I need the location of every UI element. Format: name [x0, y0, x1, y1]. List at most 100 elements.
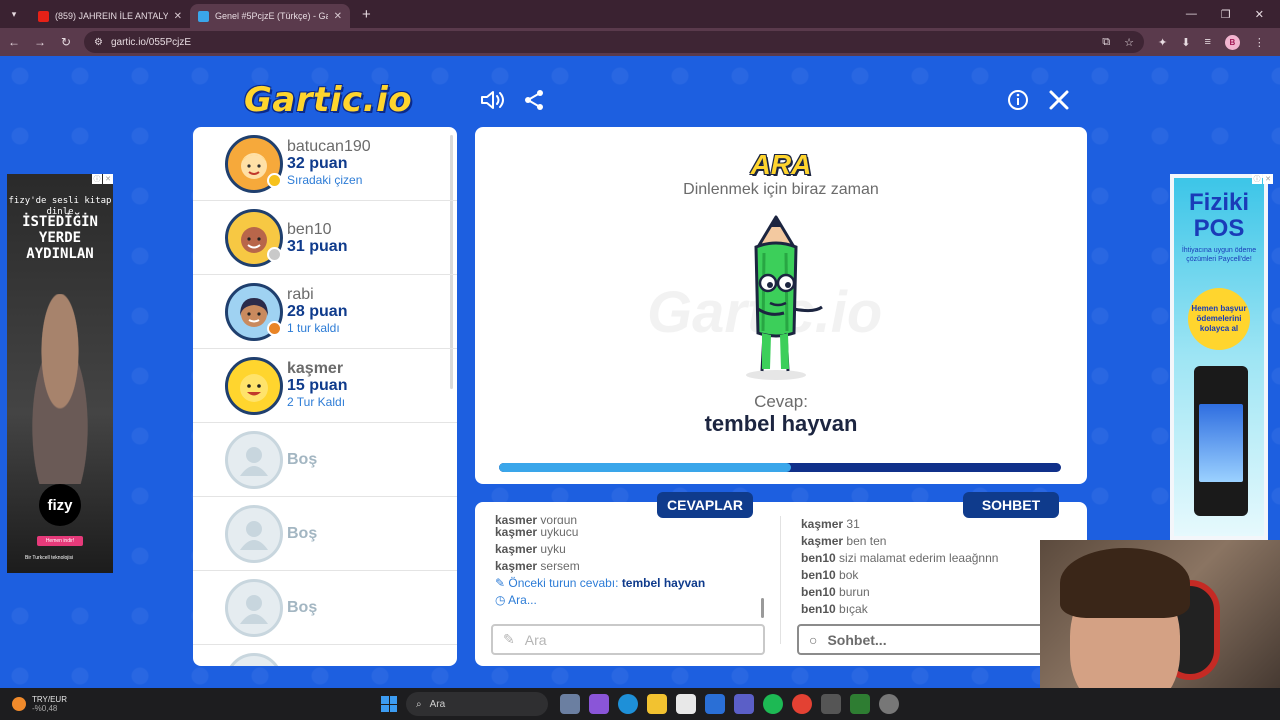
ticker-title: TRY/EUR: [32, 695, 67, 704]
ad-close-icon[interactable]: ✕: [1263, 174, 1273, 184]
tab-list-icon[interactable]: ▾: [4, 4, 24, 24]
forward-icon[interactable]: →: [28, 35, 52, 49]
ad-info-icon[interactable]: ⓘ: [92, 174, 102, 184]
hair-shape: [1060, 548, 1190, 618]
menu-icon[interactable]: ⋮: [1254, 36, 1265, 49]
list-item: kaşmer uyku: [495, 541, 765, 558]
chrome-icon[interactable]: [792, 694, 812, 714]
player-score: 28 puan: [287, 303, 348, 320]
gartic-icon: [198, 10, 209, 22]
list-item: kaşmer yorgun: [495, 512, 765, 524]
list-item: ben10 bıçak: [801, 601, 1077, 618]
chat-tab[interactable]: SOHBET: [963, 492, 1059, 518]
message-user: kaşmer: [495, 525, 538, 539]
answers-scrollbar[interactable]: [761, 598, 764, 618]
message-user: kaşmer: [801, 534, 844, 548]
close-window-icon[interactable]: ✕: [1255, 8, 1264, 21]
tab-title: (859) JAHREIN İLE ANTALYA YE: [55, 11, 168, 21]
close-icon[interactable]: ✕: [174, 11, 182, 22]
message-user: ben10: [801, 602, 836, 616]
pencil-icon: ✎: [503, 631, 515, 647]
new-tab-button[interactable]: +: [362, 6, 371, 23]
player-name: rabi: [287, 286, 314, 303]
search-icon: ⌕: [416, 698, 422, 710]
list-item: kaşmer uykucu: [495, 524, 765, 541]
taskbar-search[interactable]: ⌕ Ara: [406, 692, 548, 716]
reload-icon[interactable]: ↻: [54, 35, 78, 49]
player-note: 1 tur kaldı: [287, 321, 340, 335]
player-row: rabi 28 puan 1 tur kaldı: [193, 275, 457, 349]
chat-input[interactable]: ○ Sohbet...: [797, 624, 1077, 655]
ad-cta-button[interactable]: Hemen indir!: [37, 536, 83, 546]
status-dot: [267, 172, 282, 188]
bookmark-star-icon[interactable]: ☆: [1124, 36, 1134, 49]
player-avatar: [225, 208, 283, 267]
message-text: ben ten: [846, 534, 887, 548]
mail-icon[interactable]: [705, 694, 725, 714]
browser-tab-1[interactable]: Genel #5PcjzE (Türkçe) - Ga ✕: [190, 4, 350, 28]
download-icon[interactable]: ⬇: [1181, 36, 1190, 49]
message-text: yorgun: [540, 513, 578, 524]
chat-panel: CEVAPLAR SOHBET kaşmer yorgun kaşmer uyk…: [475, 492, 1087, 666]
youtube-icon: [38, 10, 49, 22]
install-app-icon[interactable]: ⧉: [1102, 36, 1110, 49]
answer-input[interactable]: ✎ Ara: [491, 624, 765, 655]
back-icon[interactable]: ←: [2, 35, 26, 49]
chat-list: kaşmer 31 kaşmer ben ten ben10 sizi mala…: [801, 516, 1077, 618]
pos-screen-image: [1199, 404, 1243, 482]
close-icon[interactable]: [1045, 86, 1073, 114]
ad-banner-right[interactable]: Fiziki POS İhtiyacına uygun ödeme çözüml…: [1170, 174, 1268, 540]
site-info-icon[interactable]: ⚙: [94, 37, 103, 48]
market-icon: [12, 697, 26, 711]
clock-icon: ◷: [495, 593, 506, 607]
extensions-icon[interactable]: ✦: [1158, 36, 1167, 49]
windows-start-icon[interactable]: [381, 696, 397, 712]
copilot-icon[interactable]: [589, 694, 609, 714]
steam-icon[interactable]: [821, 694, 841, 714]
message-user: kaşmer: [801, 517, 844, 531]
store-icon[interactable]: [676, 694, 696, 714]
browser-tab-0[interactable]: (859) JAHREIN İLE ANTALYA YE ✕: [30, 4, 190, 28]
player-row: ben10 31 puan: [193, 201, 457, 275]
empty-avatar-icon: [225, 652, 283, 666]
empty-slot-label: Boş: [287, 525, 318, 542]
spotify-icon[interactable]: [763, 694, 783, 714]
ad-info-icon[interactable]: ⓘ: [1252, 174, 1262, 184]
status-dot: [267, 320, 282, 336]
minimize-icon[interactable]: —: [1186, 8, 1197, 21]
player-note: Sıradaki çizen: [287, 173, 363, 187]
media-icon[interactable]: ≡: [1204, 36, 1210, 48]
file-explorer-icon[interactable]: [647, 694, 667, 714]
restore-icon[interactable]: ❐: [1221, 8, 1231, 21]
timer-progress-bar: [499, 463, 1061, 472]
share-icon[interactable]: [520, 86, 548, 114]
message-user: kaşmer: [495, 513, 538, 524]
list-item: kaşmer 31: [801, 516, 1077, 533]
edge-icon[interactable]: [618, 694, 638, 714]
list-item: ben10 burun: [801, 584, 1077, 601]
obs-icon[interactable]: [879, 694, 899, 714]
browser-toolbar: ← → ↻ ⚙ gartic.io/055PcjzE ⧉ ☆ ✦ ⬇ ≡ B ⋮: [0, 28, 1280, 56]
player-avatar: [225, 282, 283, 341]
address-bar[interactable]: ⚙ gartic.io/055PcjzE ⧉ ☆: [84, 31, 1144, 53]
info-icon[interactable]: [1004, 86, 1032, 114]
teams-icon[interactable]: [734, 694, 754, 714]
players-panel: batucan190 32 puan Sıradaki çizen ben10 …: [193, 127, 457, 666]
task-view-icon[interactable]: [560, 694, 580, 714]
sound-icon[interactable]: [479, 86, 507, 114]
profile-avatar[interactable]: B: [1224, 34, 1240, 50]
widgets-button[interactable]: TRY/EUR -%0,48: [0, 695, 67, 713]
ad-badge: Hemen başvur ödemelerini kolayca al: [1188, 288, 1250, 350]
empty-slot: Boş: [193, 423, 457, 497]
player-name: batucan190: [287, 138, 371, 155]
app-icon[interactable]: [850, 694, 870, 714]
status-line: ◷ Ara...: [495, 592, 765, 609]
close-icon[interactable]: ✕: [334, 11, 342, 22]
player-score: 32 puan: [287, 155, 348, 172]
empty-slot: Boş: [193, 497, 457, 571]
ad-banner-left[interactable]: fizy'de sesli kitap dinle İSTEDİĞİN YERD…: [7, 174, 113, 573]
gartic-logo[interactable]: Gartic.io: [244, 80, 412, 120]
ad-close-icon[interactable]: ✕: [103, 174, 113, 184]
list-item: ben10 sizi malamat ederim leaağnnn: [801, 550, 1077, 567]
message-text: uyku: [540, 542, 566, 556]
